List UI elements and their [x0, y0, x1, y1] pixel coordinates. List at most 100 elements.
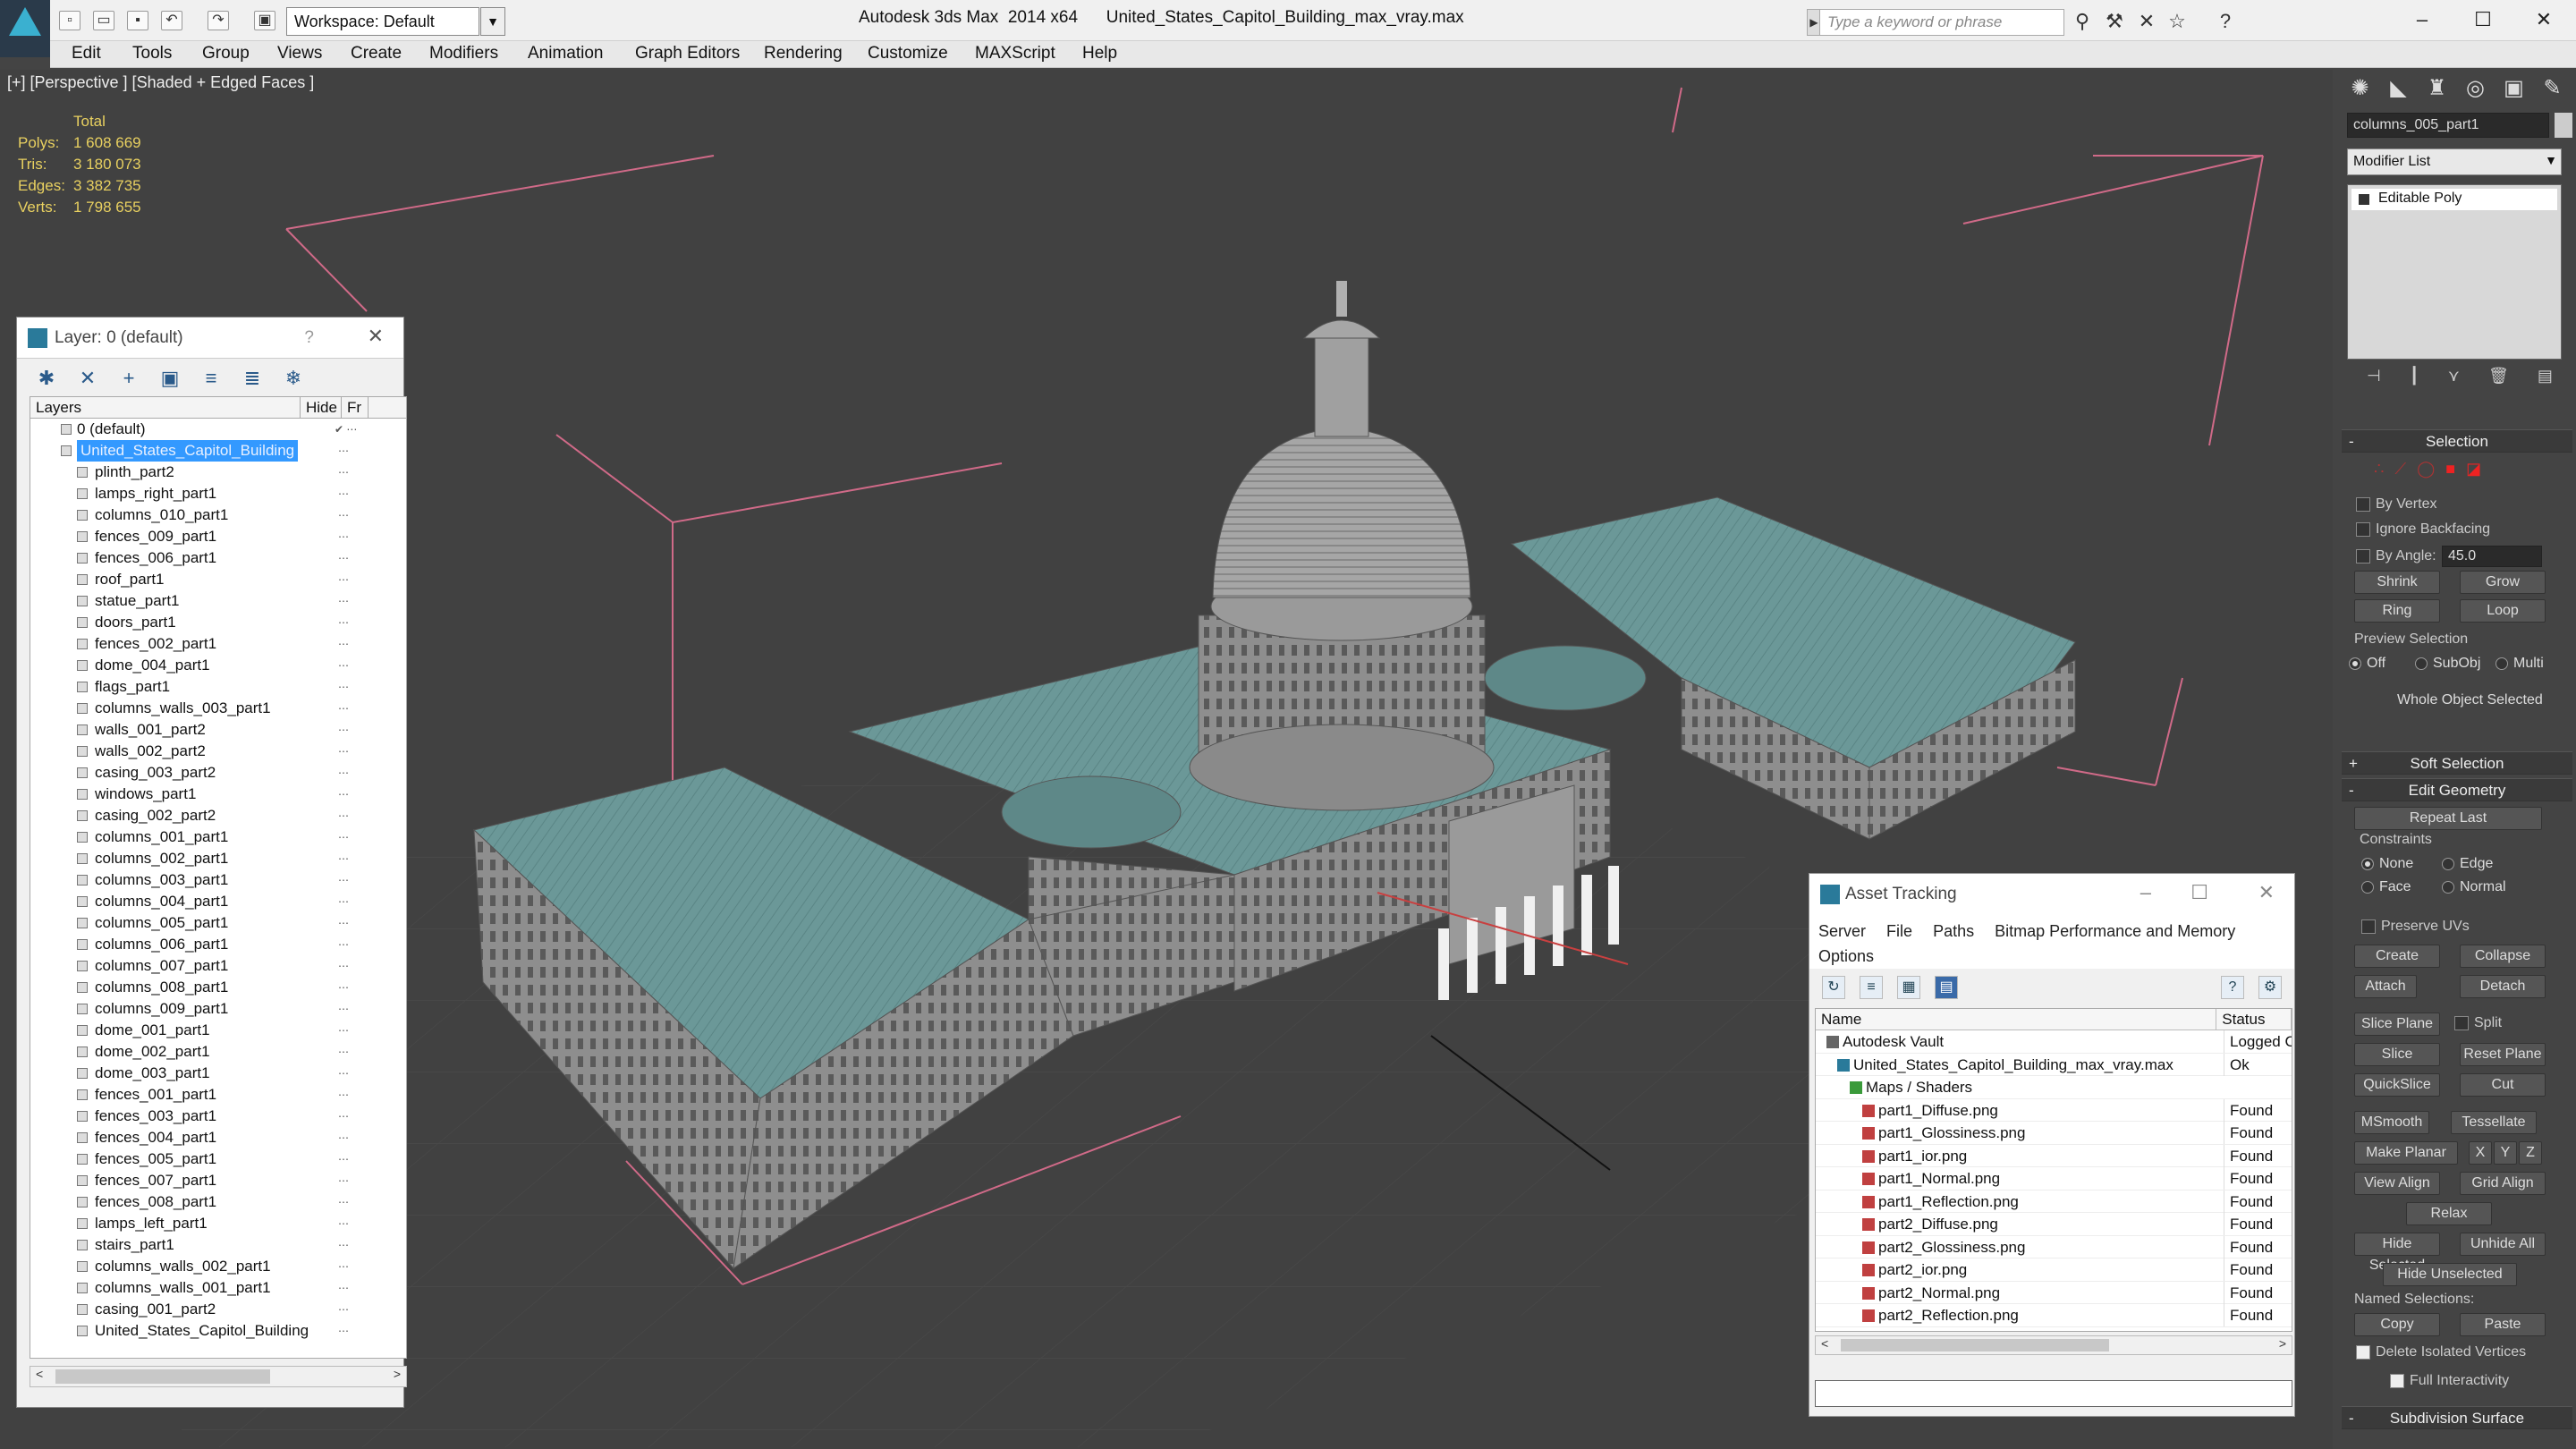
communication-icon[interactable]: ✕	[2134, 9, 2159, 34]
object-color-swatch[interactable]	[2555, 113, 2572, 138]
col-hide[interactable]: Hide	[301, 397, 342, 418]
asset-row[interactable]: part2_Diffuse.png Found	[1816, 1213, 2292, 1236]
copy-button[interactable]: Copy	[2354, 1313, 2440, 1336]
hide-toggle-icon[interactable]: ⋯	[335, 912, 352, 934]
close-icon[interactable]: ✕	[2258, 881, 2275, 904]
asset-row[interactable]: Maps / Shaders	[1816, 1076, 2292, 1099]
polygon-icon[interactable]: ■	[2445, 460, 2455, 479]
object-name-field[interactable]: columns_005_part1	[2347, 113, 2549, 138]
object-row[interactable]: fences_002_part1 ⋯	[30, 633, 406, 655]
undo-icon[interactable]: ↶	[161, 11, 182, 30]
scroll-thumb[interactable]	[1841, 1339, 2109, 1352]
hide-toggle-icon[interactable]: ⋯	[335, 934, 352, 955]
asset-row[interactable]: part1_Normal.png Found	[1816, 1167, 2292, 1191]
hide-toggle-icon[interactable]: ⋯	[335, 698, 352, 719]
hide-toggle-icon[interactable]: ⋯	[335, 891, 352, 912]
object-row[interactable]: columns_007_part1 ⋯	[30, 955, 406, 977]
menu-tools[interactable]: Tools	[132, 41, 172, 66]
hide-toggle-icon[interactable]: ⋯	[335, 526, 352, 547]
layer-panel-header[interactable]: Layer: 0 (default) ? ✕	[17, 318, 403, 359]
asset-row[interactable]: part2_ior.png Found	[1816, 1258, 2292, 1282]
help-icon[interactable]: ?	[2221, 976, 2244, 999]
redo-icon[interactable]: ↷	[208, 11, 229, 30]
add-to-layer-icon[interactable]: +	[115, 366, 142, 391]
asset-horizontal-scrollbar[interactable]: < >	[1815, 1335, 2292, 1355]
create-tab-icon[interactable]: ✺	[2345, 73, 2375, 104]
object-row[interactable]: columns_004_part1 ⋯	[30, 891, 406, 912]
menu-edit[interactable]: Edit	[72, 41, 101, 66]
menu-group[interactable]: Group	[202, 41, 250, 66]
minimize-icon[interactable]: –	[2397, 4, 2447, 36]
layer-list[interactable]: Layers Hide Fr 0 (default) ✔ ⋯ United_Stat…	[30, 396, 407, 1359]
hide-toggle-icon[interactable]: ⋯	[335, 547, 352, 569]
modifier-list-dropdown[interactable]: Modifier List ▼	[2347, 148, 2562, 175]
hide-toggle-icon[interactable]: ⋯	[335, 784, 352, 805]
hide-toggle-icon[interactable]: ⋯	[335, 1127, 352, 1148]
create-layer-icon[interactable]: ✱	[33, 366, 60, 391]
soft-selection-rollout-header[interactable]: + Soft Selection	[2342, 751, 2572, 775]
object-row[interactable]: plinth_part2 ⋯	[30, 462, 406, 483]
asset-row[interactable]: part2_Glossiness.png Found	[1816, 1235, 2292, 1258]
hide-toggle-icon[interactable]: ⋯	[335, 1191, 352, 1213]
cut-button[interactable]: Cut	[2460, 1073, 2546, 1097]
constraint-normal-radio[interactable]: Normal	[2440, 878, 2506, 896]
object-row[interactable]: columns_walls_003_part1 ⋯	[30, 698, 406, 719]
by-angle-checkbox[interactable]: By Angle:	[2354, 547, 2436, 565]
hide-toggle-icon[interactable]: ⋯	[335, 1170, 352, 1191]
tessellate-button[interactable]: Tessellate	[2451, 1111, 2537, 1134]
hide-toggle-icon[interactable]: ⋯	[335, 762, 352, 784]
object-row[interactable]: dome_004_part1 ⋯	[30, 655, 406, 676]
asset-row[interactable]: part1_Glossiness.png Found	[1816, 1122, 2292, 1145]
constraint-none-radio[interactable]: None	[2360, 855, 2413, 873]
list-view-icon[interactable]: ≡	[1860, 976, 1883, 999]
hide-toggle-icon[interactable]: ⋯	[335, 462, 352, 483]
help-icon[interactable]: ?	[2213, 9, 2238, 34]
modifier-stack-item[interactable]: Editable Poly	[2351, 189, 2557, 210]
object-row[interactable]: fences_001_part1 ⋯	[30, 1084, 406, 1106]
maximize-icon[interactable]: ☐	[2190, 881, 2208, 904]
scroll-left-icon[interactable]: <	[1821, 1336, 1828, 1351]
object-row[interactable]: doors_part1 ⋯	[30, 612, 406, 633]
configure-sets-icon[interactable]: ▤	[2538, 367, 2553, 394]
hide-toggle-icon[interactable]: ⋯	[335, 848, 352, 869]
asset-path-field[interactable]	[1815, 1380, 2292, 1407]
border-icon[interactable]: ◯	[2417, 460, 2435, 479]
paste-button[interactable]: Paste	[2460, 1313, 2546, 1336]
object-row[interactable]: casing_003_part2 ⋯	[30, 762, 406, 784]
hide-selected-button[interactable]: Hide Selected	[2354, 1233, 2440, 1273]
show-end-result-icon[interactable]: ┃	[2410, 367, 2419, 394]
object-row[interactable]: fences_007_part1 ⋯	[30, 1170, 406, 1191]
split-checkbox[interactable]: Split	[2453, 1014, 2502, 1032]
maximize-icon[interactable]: ☐	[2458, 4, 2508, 36]
hide-toggle-icon[interactable]: ⋯	[335, 504, 352, 526]
motion-tab-icon[interactable]: ◎	[2461, 73, 2490, 104]
object-row[interactable]: columns_005_part1 ⋯	[30, 912, 406, 934]
menu-customize[interactable]: Customize	[868, 41, 948, 66]
menu-rendering[interactable]: Rendering	[764, 41, 843, 66]
constraint-face-radio[interactable]: Face	[2360, 878, 2411, 896]
asset-menu-bitmap[interactable]: Bitmap Performance and Memory	[1995, 922, 2235, 940]
element-icon[interactable]: ◪	[2466, 460, 2481, 479]
project-folder-icon[interactable]: ▣	[254, 11, 275, 30]
menu-help[interactable]: Help	[1082, 41, 1117, 66]
col-status[interactable]: Status	[2216, 1009, 2292, 1030]
layer-row[interactable]: 0 (default) ✔ ⋯	[30, 419, 406, 440]
asset-row[interactable]: United_States_Capitol_Building_max_vray.…	[1816, 1053, 2292, 1076]
object-row[interactable]: fences_003_part1 ⋯	[30, 1106, 406, 1127]
hide-toggle-icon[interactable]: ⋯	[335, 1020, 352, 1041]
layer-row[interactable]: United_States_Capitol_Building ⋯	[30, 440, 406, 462]
by-vertex-checkbox[interactable]: By Vertex	[2354, 496, 2436, 513]
chevron-down-icon[interactable]: ▼	[480, 7, 505, 36]
object-row[interactable]: fences_005_part1 ⋯	[30, 1148, 406, 1170]
col-freeze[interactable]: Fr	[342, 397, 369, 418]
viewport-label[interactable]: [+] [Perspective ] [Shaded + Edged Faces…	[7, 73, 314, 92]
asset-tracking-header[interactable]: Asset Tracking – ☐ ✕	[1809, 874, 2294, 915]
object-row[interactable]: United_States_Capitol_Building ⋯	[30, 1320, 406, 1342]
object-row[interactable]: columns_walls_001_part1 ⋯	[30, 1277, 406, 1299]
hide-toggle-icon[interactable]: ⋯	[335, 483, 352, 504]
shrink-button[interactable]: Shrink	[2354, 571, 2440, 594]
hide-toggle-icon[interactable]: ⋯	[335, 955, 352, 977]
planar-y-button[interactable]: Y	[2494, 1141, 2517, 1165]
preview-off-radio[interactable]: Off	[2347, 655, 2385, 673]
hide-toggle-icon[interactable]: ⋯	[335, 569, 352, 590]
